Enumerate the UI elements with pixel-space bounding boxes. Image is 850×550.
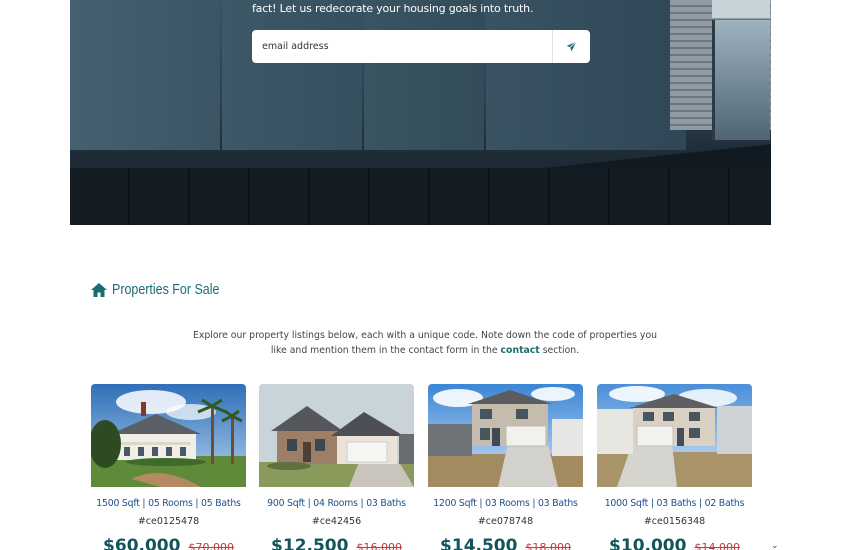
hero-bg-panel <box>364 0 484 150</box>
property-old-price: $14,000 <box>694 541 740 550</box>
hero-bg-window <box>712 20 770 140</box>
send-icon <box>566 41 577 52</box>
contact-link[interactable]: contact <box>501 345 540 356</box>
property-old-price: $16,000 <box>356 541 402 550</box>
section-heading: Properties For Sale <box>90 282 237 298</box>
intro-text-end: section. <box>539 345 580 356</box>
property-code: #ce0125478 <box>137 516 200 527</box>
property-code: #ce078748 <box>477 516 534 527</box>
intro-text: Explore our property listings below, eac… <box>192 330 658 356</box>
property-price: $10,000 <box>609 536 687 550</box>
hero-tagline: fact! Let us redecorate your housing goa… <box>252 2 534 15</box>
hero-bg-panel <box>222 0 362 150</box>
property-code: #ce42456 <box>311 516 362 527</box>
property-old-price: $70,000 <box>188 541 234 550</box>
hero-bg-window <box>712 0 770 18</box>
section-intro: Explore our property listings below, eac… <box>190 328 660 358</box>
property-specs: 1200 Sqft | 03 Rooms | 03 Baths <box>433 498 578 509</box>
home-icon <box>91 283 107 297</box>
price-row: $10,000 $14,000 <box>597 536 752 550</box>
price-row: $60,000 $70,000 <box>91 536 246 550</box>
send-button[interactable] <box>552 30 590 63</box>
property-code: #ce0156348 <box>643 516 706 527</box>
hero-bg-panel <box>486 0 686 150</box>
property-specs: 900 Sqft | 04 Rooms | 03 Baths <box>267 498 406 509</box>
property-price: $60,000 <box>103 536 181 550</box>
property-price: $12,500 <box>271 536 349 550</box>
property-card[interactable]: 1200 Sqft | 03 Rooms | 03 Baths #ce07874… <box>428 384 583 550</box>
hero-bg-panel <box>70 0 220 150</box>
email-input[interactable] <box>252 30 552 63</box>
hero-bg-ledge-stripes <box>70 168 771 225</box>
price-row: $12,500 $16,000 <box>259 536 414 550</box>
section-title: Properties For Sale <box>112 282 220 298</box>
chevron-down-icon[interactable]: ⌄ <box>771 540 779 550</box>
property-image[interactable] <box>428 384 583 487</box>
property-old-price: $18,000 <box>525 541 571 550</box>
property-image[interactable] <box>91 384 246 487</box>
property-card[interactable]: 1000 Sqft | 03 Baths | 02 Baths #ce01563… <box>597 384 752 550</box>
property-image[interactable] <box>597 384 752 487</box>
newsletter-form <box>252 30 590 63</box>
property-specs: 1500 Sqft | 05 Rooms | 05 Baths <box>96 498 241 509</box>
property-card[interactable]: 900 Sqft | 04 Rooms | 03 Baths #ce42456 … <box>259 384 414 550</box>
property-price: $14,500 <box>440 536 518 550</box>
property-card[interactable]: 1500 Sqft | 05 Rooms | 05 Baths #ce01254… <box>91 384 246 550</box>
property-image[interactable] <box>259 384 414 487</box>
price-row: $14,500 $18,000 <box>428 536 583 550</box>
property-specs: 1000 Sqft | 03 Baths | 02 Baths <box>604 498 745 509</box>
